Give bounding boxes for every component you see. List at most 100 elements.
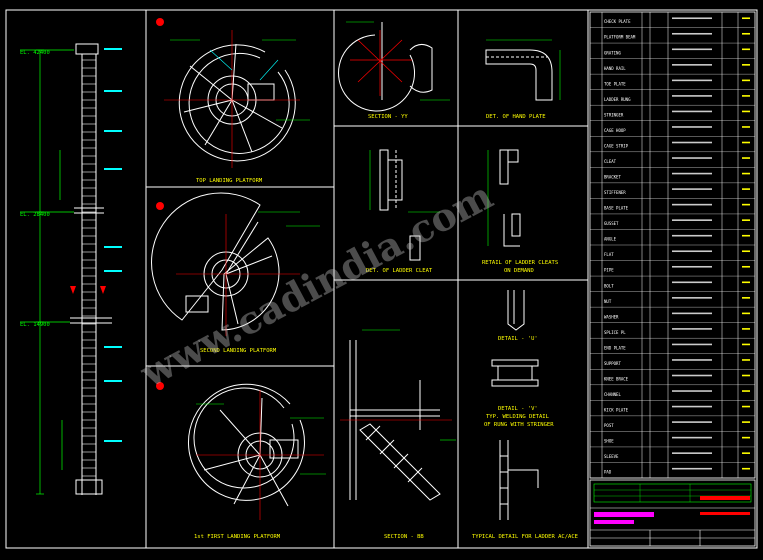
bom-item-label: PLATFORM BEAM [604,35,636,40]
bom-item-spec [672,17,712,20]
bom-item-label: PAD [604,470,612,475]
first-landing-platform-view: 1st FIRST LANDING PLATFORM [156,382,326,540]
bom-item-spec [672,390,712,392]
bom-item-label: BOLT [604,283,614,288]
bill-of-materials-table: CHECK PLATE PLATFORM BEAM GRATING HAND RAIL… [589,11,756,479]
hand-plate-detail-view: DET. OF HAND PLATE [485,39,561,120]
bom-item-spec [672,79,712,82]
bom-item-qty [742,110,750,113]
bom-item-label: HAND RAIL [604,66,626,71]
bom-item-spec [672,172,712,175]
cleats-retail-title: RETAIL OF LADDER CLEATS [482,260,558,266]
bom-item-qty [742,452,750,454]
bom-item-spec [672,281,712,284]
bom-item-label: KICK PLATE [604,408,629,413]
bom-item-qty [742,436,750,439]
bom-item-spec [672,203,712,206]
bom-item-qty [742,95,750,97]
elevation-callout [104,246,122,248]
elevation-callout [104,48,122,50]
bom-item-spec [672,157,712,159]
top-landing-platform-view: TOP LANDING PLATFORM [156,18,310,184]
bom-item-qty [742,359,750,361]
bom-item-spec [672,250,712,253]
detail-v-title: DETAIL - 'V' [498,406,538,412]
bom-item-spec [672,405,712,408]
bom-item-label: WASHER [604,314,619,319]
bom-item-label: BRACKET [604,175,621,180]
bom-item-spec [672,421,712,423]
elevation-callout [104,270,122,272]
bom-item-spec [672,328,712,330]
ladder-ac-title: TYPICAL DETAIL FOR LADDER AC/ACE [472,534,578,540]
bom-item-label: LADDER RUNG [604,97,631,102]
bom-item-spec [672,32,712,35]
bom-item-qty [742,48,750,51]
section-bb-view: SECTION - BB [340,329,456,540]
bom-item-qty [742,405,750,408]
elevation-callout [104,346,122,348]
ladder-elevation: EL. 42400 EL. 28400 EL. 14900 [20,43,122,495]
bom-item-label: SLEEVE [604,454,619,459]
bom-item-qty [742,79,750,82]
section-yy-view: SECTION - YY [338,21,450,120]
watermark: www.cadindia.com [132,172,500,396]
bom-item-spec [672,297,712,299]
bom-item-spec [672,312,712,315]
title-block [589,479,756,547]
top-landing-title: TOP LANDING PLATFORM [196,178,263,184]
bom-item-label: CHANNEL [604,392,621,397]
bom-item-qty [742,312,750,315]
detail-v-view: DETAIL - 'V' TYP. WELDING DETAIL OF RUNG… [484,359,554,428]
bom-item-spec [672,343,712,346]
bom-item-label: CLEAT [604,159,617,164]
elevation-callout [104,130,122,132]
bom-item-spec [672,126,712,128]
elevation-callout [104,168,122,170]
bom-item-qty [742,467,750,470]
bom-item-qty [742,32,750,35]
bom-item-qty [742,265,750,268]
welding-detail-subtitle: OF RUNG WITH STRINGER [484,422,554,428]
bom-item-spec [672,95,712,97]
bom-item-label: CAGE HOOP [604,128,626,133]
bom-item-qty [742,141,750,144]
first-landing-title: 1st FIRST LANDING PLATFORM [194,534,281,540]
bom-item-qty [742,64,750,66]
bom-item-qty [742,126,750,128]
bom-item-spec [672,436,712,439]
bom-item-spec [672,467,712,470]
bom-item-spec [672,110,712,113]
bom-item-label: FLAT [604,252,614,257]
elevation-callout [104,440,122,442]
bom-item-qty [742,188,750,190]
bom-item-label: SPLICE PL [604,330,626,335]
bom-item-qty [742,234,750,237]
bom-item-label: END PLATE [604,345,626,350]
bom-item-qty [742,328,750,330]
bom-item-label: GRATING [604,50,621,55]
bom-item-label: GUSSET [604,221,619,226]
bom-item-label: STIFFENER [604,190,626,195]
bom-item-qty [742,203,750,206]
bom-item-qty [742,390,750,392]
bom-item-label: NUT [604,299,612,304]
detail-u-view: DETAIL - 'U' [498,290,538,342]
bom-item-label: STRINGER [604,112,624,117]
bom-item-spec [672,141,712,144]
bom-item-qty [742,421,750,423]
bom-item-label: KNEE BRACE [604,376,629,381]
bom-item-label: SHOE [604,439,614,444]
bom-item-qty [742,157,750,159]
bom-item-spec [672,48,712,51]
bom-item-label: ANGLE [604,237,617,242]
section-bb-title: SECTION - BB [384,534,424,540]
bom-item-label: TOE PLATE [604,81,626,86]
bom-item-label: BASE PLATE [604,206,629,211]
bom-item-qty [742,250,750,253]
bom-item-spec [672,452,712,454]
bom-item-qty [742,343,750,346]
drawing-sheet: EL. 42400 EL. 28400 EL. 14900 TOP LANDIN… [0,0,763,556]
section-yy-title: SECTION - YY [368,114,408,120]
bom-item-qty [742,281,750,284]
